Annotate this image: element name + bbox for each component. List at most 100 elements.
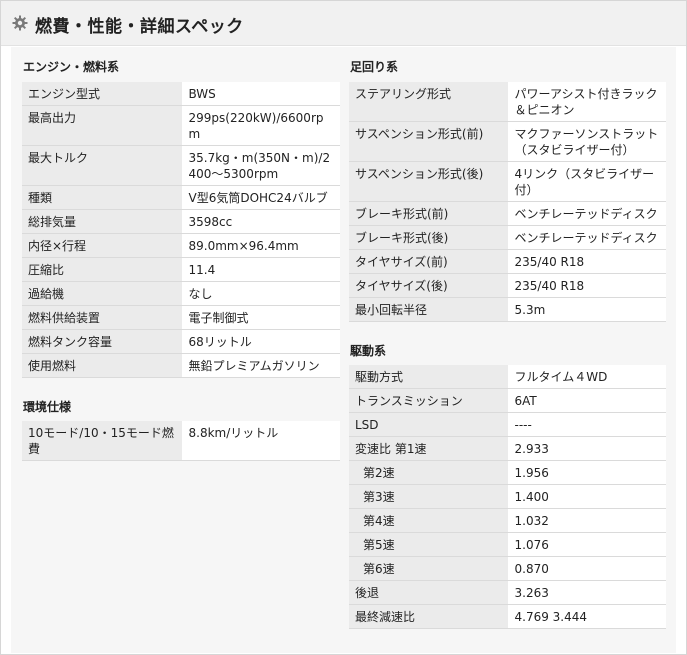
- spec-label: 最終減速比: [349, 604, 509, 629]
- engine-table: エンジン型式 BWS 最高出力 299ps(220kW)/6600rpm 最大トルク 35…: [22, 82, 340, 378]
- spec-row: トランスミッション 6AT: [349, 388, 666, 413]
- spec-row: 第2速 1.956: [349, 460, 666, 485]
- spec-value: 11.4: [182, 257, 340, 282]
- spec-value: 無鉛プレミアムガソリン: [182, 353, 340, 378]
- spec-label: タイヤサイズ(後): [349, 273, 509, 298]
- spec-row: 変速比 第1速 2.933: [349, 436, 666, 461]
- spec-value: 6AT: [508, 388, 666, 413]
- spec-label: LSD: [349, 412, 509, 437]
- section-title-engine: エンジン・燃料系: [23, 60, 120, 74]
- spec-row: 10モード/10・15モード燃費 8.8km/リットル: [22, 421, 340, 461]
- spec-label: 第5速: [349, 532, 509, 557]
- gear-icon: [12, 15, 28, 31]
- spec-label: 最小回転半径: [349, 297, 509, 322]
- spec-value: 2.933: [508, 436, 666, 461]
- spec-label: ステアリング形式: [349, 82, 509, 122]
- spec-row: 最大トルク 35.7kg・m(350N・m)/2400〜5300rpm: [22, 145, 340, 186]
- suspension-table: ステアリング形式 パワーアシスト付きラック＆ピニオン サスペンション形式(前) マクフ…: [349, 82, 666, 322]
- spec-label: 圧縮比: [22, 257, 183, 282]
- section-title-drivetrain: 駆動系: [350, 344, 387, 358]
- spec-row: 種類 V型6気筒DOHC24バルブ: [22, 185, 340, 210]
- spec-value: パワーアシスト付きラック＆ピニオン: [508, 82, 666, 122]
- spec-value: 1.032: [508, 508, 666, 533]
- spec-row: 最高出力 299ps(220kW)/6600rpm: [22, 105, 340, 146]
- spec-label: タイヤサイズ(前): [349, 249, 509, 274]
- spec-label: 第6速: [349, 556, 509, 581]
- spec-label: サスペンション形式(後): [349, 161, 509, 202]
- section-title-suspension: 足回り系: [350, 60, 399, 74]
- spec-header: 燃費・性能・詳細スペック: [1, 1, 686, 46]
- spec-label: 種類: [22, 185, 183, 210]
- spec-value: 4リンク（スタビライザー付）: [508, 161, 666, 202]
- spec-row: 使用燃料 無鉛プレミアムガソリン: [22, 353, 340, 378]
- spec-value: 3.263: [508, 580, 666, 605]
- spec-row: 過給機 なし: [22, 281, 340, 306]
- spec-row: 最終減速比 4.769 3.444: [349, 604, 666, 629]
- spec-value: 0.870: [508, 556, 666, 581]
- spec-row: サスペンション形式(前) マクファーソンストラット（スタビライザー付）: [349, 121, 666, 162]
- spec-row: ステアリング形式 パワーアシスト付きラック＆ピニオン: [349, 82, 666, 122]
- spec-row: エンジン型式 BWS: [22, 82, 340, 106]
- spec-label: 総排気量: [22, 209, 183, 234]
- section-title-environment: 環境仕様: [23, 400, 72, 414]
- spec-value: 4.769 3.444: [508, 604, 666, 629]
- drivetrain-table: 駆動方式 フルタイム４WD トランスミッション 6AT LSD ---- 変速比 第1速 2.…: [349, 365, 666, 629]
- spec-row: 総排気量 3598cc: [22, 209, 340, 234]
- spec-value: ----: [508, 412, 666, 437]
- spec-value: マクファーソンストラット（スタビライザー付）: [508, 121, 666, 162]
- spec-label: 第3速: [349, 484, 509, 509]
- spec-value: フルタイム４WD: [508, 365, 666, 389]
- spec-value: BWS: [182, 82, 340, 106]
- spec-label: 使用燃料: [22, 353, 183, 378]
- spec-value: V型6気筒DOHC24バルブ: [182, 185, 340, 210]
- spec-value: 235/40 R18: [508, 249, 666, 274]
- spec-value: 1.076: [508, 532, 666, 557]
- spec-row: 第3速 1.400: [349, 484, 666, 509]
- spec-label: 後退: [349, 580, 509, 605]
- spec-label: 10モード/10・15モード燃費: [22, 421, 183, 461]
- spec-row: 第6速 0.870: [349, 556, 666, 581]
- spec-label: 燃料供給装置: [22, 305, 183, 330]
- spec-row: LSD ----: [349, 412, 666, 437]
- spec-row: 圧縮比 11.4: [22, 257, 340, 282]
- spec-label: 第2速: [349, 460, 509, 485]
- spec-label: 内径×行程: [22, 233, 183, 258]
- spec-label: サスペンション形式(前): [349, 121, 509, 162]
- spec-label: ブレーキ形式(後): [349, 225, 509, 250]
- spec-value: 1.956: [508, 460, 666, 485]
- spec-label: 変速比 第1速: [349, 436, 509, 461]
- spec-label: 第4速: [349, 508, 509, 533]
- environment-table: 10モード/10・15モード燃費 8.8km/リットル: [22, 421, 340, 461]
- spec-row: ブレーキ形式(前) ベンチレーテッドディスク: [349, 201, 666, 226]
- spec-value: ベンチレーテッドディスク: [508, 225, 666, 250]
- left-column: エンジン・燃料系 エンジン型式 BWS 最高出力 299ps(220kW)/6600r…: [22, 52, 340, 461]
- spec-label: 最高出力: [22, 105, 183, 146]
- spec-value: 235/40 R18: [508, 273, 666, 298]
- page-title: 燃費・性能・詳細スペック: [35, 17, 244, 37]
- spec-row: ブレーキ形式(後) ベンチレーテッドディスク: [349, 225, 666, 250]
- spec-label: トランスミッション: [349, 388, 509, 413]
- spec-value: 35.7kg・m(350N・m)/2400〜5300rpm: [182, 145, 340, 186]
- spec-row: 後退 3.263: [349, 580, 666, 605]
- spec-row: 内径×行程 89.0mm×96.4mm: [22, 233, 340, 258]
- spec-value: 299ps(220kW)/6600rpm: [182, 105, 340, 146]
- spec-label: 燃料タンク容量: [22, 329, 183, 354]
- spec-row: タイヤサイズ(前) 235/40 R18: [349, 249, 666, 274]
- spec-row: 駆動方式 フルタイム４WD: [349, 365, 666, 389]
- spec-row: 第4速 1.032: [349, 508, 666, 533]
- spec-label: 駆動方式: [349, 365, 509, 389]
- spec-value: 8.8km/リットル: [182, 421, 340, 461]
- spec-value: 68リットル: [182, 329, 340, 354]
- spec-value: なし: [182, 281, 340, 306]
- spec-row: 燃料タンク容量 68リットル: [22, 329, 340, 354]
- spec-row: 第5速 1.076: [349, 532, 666, 557]
- spec-row: タイヤサイズ(後) 235/40 R18: [349, 273, 666, 298]
- spec-label: エンジン型式: [22, 82, 183, 106]
- spec-row: 最小回転半径 5.3m: [349, 297, 666, 322]
- spec-value: ベンチレーテッドディスク: [508, 201, 666, 226]
- spec-label: 過給機: [22, 281, 183, 306]
- spec-row: サスペンション形式(後) 4リンク（スタビライザー付）: [349, 161, 666, 202]
- spec-label: 最大トルク: [22, 145, 183, 186]
- spec-value: 5.3m: [508, 297, 666, 322]
- spec-label: ブレーキ形式(前): [349, 201, 509, 226]
